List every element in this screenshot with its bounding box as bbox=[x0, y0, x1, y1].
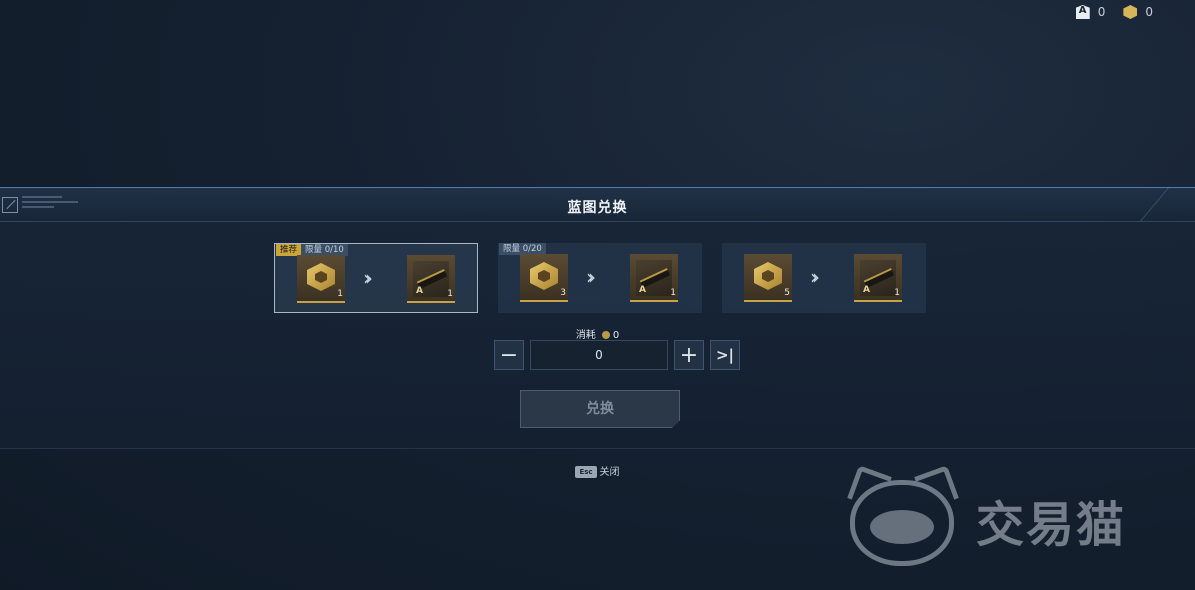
dialog-title: 蓝图兑换 bbox=[567, 200, 628, 216]
output-weapon-item: 1 bbox=[407, 255, 455, 303]
coin-icon bbox=[601, 331, 610, 339]
quantity-stepper: − + >| bbox=[494, 340, 740, 370]
double-chevron-icon: ›› bbox=[586, 265, 596, 289]
weapon-icon bbox=[636, 260, 672, 296]
exchange-options: 推荐 限量 0/10 1 ›› 1 限量 0/20 3 ›› bbox=[274, 243, 926, 313]
input-blueprint-item: 3 bbox=[520, 254, 568, 302]
blueprint-coin-icon bbox=[1123, 5, 1138, 19]
double-chevron-icon: ›› bbox=[363, 266, 373, 290]
currency-blueprint: 0 bbox=[1123, 5, 1153, 19]
minus-icon: − bbox=[499, 342, 519, 368]
cost-row: 消耗 0 bbox=[0, 326, 1195, 341]
watermark-text: 交易猫 bbox=[976, 497, 1127, 553]
max-button[interactable]: >| bbox=[710, 340, 740, 370]
weapon-icon bbox=[413, 261, 449, 297]
close-label: 关闭 bbox=[599, 467, 620, 478]
skip-to-end-icon: >| bbox=[715, 346, 735, 364]
blueprint-icon bbox=[530, 262, 558, 290]
output-weapon-item: 1 bbox=[854, 254, 902, 302]
input-qty: 3 bbox=[560, 288, 566, 298]
currency-blueprint-value: 0 bbox=[1145, 5, 1153, 19]
currency-bar: 0 0 bbox=[1058, 5, 1153, 19]
quantity-input[interactable] bbox=[530, 340, 668, 370]
input-blueprint-item: 5 bbox=[744, 254, 792, 302]
dialog-header: 蓝图兑换 bbox=[0, 188, 1195, 222]
decrease-button[interactable]: − bbox=[494, 340, 524, 370]
blueprint-exchange-dialog: 蓝图兑换 推荐 限量 0/10 1 ›› 1 限量 0/20 bbox=[0, 187, 1195, 449]
output-weapon-item: 1 bbox=[630, 254, 678, 302]
cat-logo-icon bbox=[844, 465, 962, 570]
a-coin-icon bbox=[1075, 5, 1090, 19]
plus-icon: + bbox=[679, 342, 699, 368]
watermark: 交易猫 bbox=[844, 465, 1127, 570]
output-qty: 1 bbox=[447, 289, 453, 299]
output-qty: 1 bbox=[670, 288, 676, 298]
blueprint-icon bbox=[754, 262, 782, 290]
esc-key-icon: Esc bbox=[575, 466, 597, 478]
input-blueprint-item: 1 bbox=[297, 255, 345, 303]
exchange-label: 兑换 bbox=[586, 401, 614, 417]
currency-a-value: 0 bbox=[1097, 5, 1106, 19]
input-qty: 1 bbox=[337, 289, 343, 299]
weapon-icon bbox=[860, 260, 896, 296]
increase-button[interactable]: + bbox=[674, 340, 704, 370]
exchange-option-2[interactable]: 限量 0/20 3 ›› 1 bbox=[498, 243, 702, 313]
double-chevron-icon: ›› bbox=[810, 265, 820, 289]
input-qty: 5 bbox=[784, 288, 790, 298]
output-qty: 1 bbox=[894, 288, 900, 298]
exchange-button[interactable]: 兑换 bbox=[520, 390, 680, 428]
exchange-option-3[interactable]: 5 ›› 1 bbox=[722, 243, 926, 313]
currency-a: 0 bbox=[1075, 5, 1106, 19]
exchange-option-1[interactable]: 推荐 限量 0/10 1 ›› 1 bbox=[274, 243, 478, 313]
blueprint-icon bbox=[307, 263, 335, 291]
